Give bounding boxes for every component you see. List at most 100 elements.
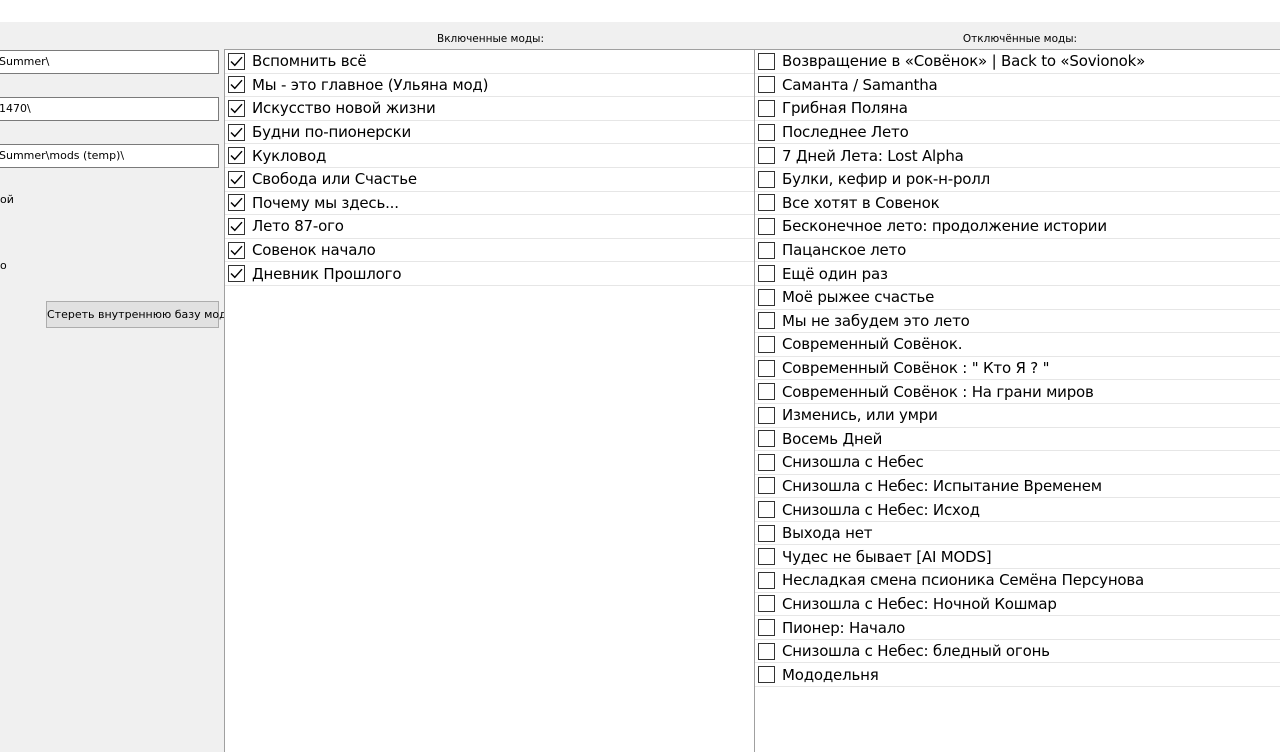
mod-name: Снизошла с Небес: Исход xyxy=(782,500,980,519)
disabled-mod-item[interactable]: Ещё один раз xyxy=(755,262,1280,286)
mod-checkbox-unchecked[interactable] xyxy=(758,123,775,141)
mod-checkbox-unchecked[interactable] xyxy=(758,194,775,212)
mod-checkbox-unchecked[interactable] xyxy=(758,99,775,117)
mod-name: Ещё один раз xyxy=(782,264,888,283)
mod-checkbox-checked[interactable] xyxy=(228,241,245,259)
disabled-mod-item[interactable]: Современный Совёнок : На грани миров xyxy=(755,380,1280,404)
mod-checkbox-unchecked[interactable] xyxy=(758,288,775,306)
mod-checkbox-unchecked[interactable] xyxy=(758,265,775,283)
disabled-mod-item[interactable]: Пионер: Начало xyxy=(755,616,1280,640)
mod-checkbox-checked[interactable] xyxy=(228,170,245,188)
mod-checkbox-unchecked[interactable] xyxy=(758,359,775,377)
mod-checkbox-checked[interactable] xyxy=(228,99,245,117)
mod-checkbox-unchecked[interactable] xyxy=(758,335,775,353)
mod-checkbox-checked[interactable] xyxy=(228,123,245,141)
mod-checkbox-unchecked[interactable] xyxy=(758,170,775,188)
disabled-mod-item[interactable]: Несладкая смена псионика Семёна Персунов… xyxy=(755,569,1280,593)
checkmark-icon xyxy=(230,221,243,232)
mod-name: Бесконечное лето: продолжение истории xyxy=(782,217,1107,236)
temp-mods-path-field[interactable]: Summer\mods (temp)\ xyxy=(0,144,219,168)
mod-name: 7 Дней Лета: Lost Alpha xyxy=(782,146,964,165)
disabled-mod-item[interactable]: Мы не забудем это лето xyxy=(755,310,1280,334)
mod-name: Несладкая смена псионика Семёна Персунов… xyxy=(782,571,1145,590)
mod-checkbox-unchecked[interactable] xyxy=(758,666,775,684)
enabled-mod-item[interactable]: Кукловод xyxy=(225,144,755,168)
mod-checkbox-checked[interactable] xyxy=(228,265,245,283)
wipe-mod-database-button[interactable]: Стереть внутреннюю базу модов xyxy=(46,301,240,328)
mod-checkbox-checked[interactable] xyxy=(228,76,245,94)
mod-checkbox-unchecked[interactable] xyxy=(758,524,775,542)
mod-checkbox-unchecked[interactable] xyxy=(758,383,775,401)
disabled-mod-item[interactable]: Моё рыжее счастье xyxy=(755,286,1280,310)
disabled-mod-item[interactable]: Возвращение в «Совёнок» | Back to «Sovio… xyxy=(755,50,1280,74)
mod-checkbox-unchecked[interactable] xyxy=(758,501,775,519)
enabled-mods-header: Включенные моды: xyxy=(436,33,544,45)
enabled-mod-item[interactable]: Искусство новой жизни xyxy=(225,97,755,121)
mod-checkbox-unchecked[interactable] xyxy=(758,571,775,589)
mod-name: Выхода нет xyxy=(782,524,873,543)
mod-checkbox-unchecked[interactable] xyxy=(758,76,775,94)
disabled-mod-item[interactable]: Мододельня xyxy=(755,663,1280,688)
mod-name: Пацанское лето xyxy=(782,241,907,260)
mod-checkbox-unchecked[interactable] xyxy=(758,430,775,448)
disabled-mod-item[interactable]: Изменись, или умри xyxy=(755,404,1280,428)
mod-checkbox-unchecked[interactable] xyxy=(758,548,775,566)
enabled-mod-item[interactable]: Будни по-пионерски xyxy=(225,121,755,145)
mod-checkbox-unchecked[interactable] xyxy=(758,477,775,495)
mod-checkbox-unchecked[interactable] xyxy=(758,642,775,660)
mod-name: Последнее Лето xyxy=(782,123,909,142)
mod-checkbox-unchecked[interactable] xyxy=(758,406,775,424)
mod-checkbox-checked[interactable] xyxy=(228,52,245,70)
disabled-mod-item[interactable]: Снизошла с Небес: бледный огонь xyxy=(755,640,1280,664)
disabled-mod-item[interactable]: Современный Совёнок. xyxy=(755,333,1280,357)
disabled-mod-item[interactable]: Снизошла с Небес: Ночной Кошмар xyxy=(755,593,1280,617)
disabled-mod-item[interactable]: Чудес не бывает [AI MODS] xyxy=(755,545,1280,570)
disabled-mod-item[interactable]: 7 Дней Лета: Lost Alpha xyxy=(755,144,1280,168)
disabled-mod-item[interactable]: Снизошла с Небес xyxy=(755,451,1280,475)
checkmark-icon xyxy=(230,127,243,138)
mod-name: Восемь Дней xyxy=(782,429,883,448)
mod-checkbox-checked[interactable] xyxy=(228,217,245,235)
mod-checkbox-unchecked[interactable] xyxy=(758,241,775,259)
disabled-mod-item[interactable]: Булки, кефир и рок-н-ролл xyxy=(755,168,1280,192)
enabled-mod-item[interactable]: Лето 87-ого xyxy=(225,215,755,239)
mod-checkbox-checked[interactable] xyxy=(228,194,245,212)
enabled-mod-item[interactable]: Вспомнить всё xyxy=(225,50,755,74)
mod-checkbox-unchecked[interactable] xyxy=(758,312,775,330)
disabled-mod-item[interactable]: Грибная Поляна xyxy=(755,97,1280,121)
mod-name: Снизошла с Небес xyxy=(782,453,924,472)
mod-name: Лето 87-ого xyxy=(252,217,344,236)
enabled-mod-item[interactable]: Почему мы здесь... xyxy=(225,192,755,216)
disabled-mod-item[interactable]: Восемь Дней xyxy=(755,428,1280,452)
enabled-mods-list: Вспомнить всё Мы - это главное (Ульяна мо… xyxy=(224,49,755,752)
mod-checkbox-unchecked[interactable] xyxy=(758,52,775,70)
disabled-mod-item[interactable]: Современный Совёнок : " Кто Я ? " xyxy=(755,357,1280,381)
disabled-mod-item[interactable]: Пацанское лето xyxy=(755,239,1280,263)
mod-name: Совенок начало xyxy=(252,241,376,260)
disabled-mod-item[interactable]: Снизошла с Небес: Испытание Временем xyxy=(755,475,1280,499)
mod-checkbox-unchecked[interactable] xyxy=(758,453,775,471)
disabled-mod-item[interactable]: Снизошла с Небес: Исход xyxy=(755,498,1280,522)
disabled-mod-item[interactable]: Все хотят в Совенок xyxy=(755,192,1280,216)
mod-checkbox-unchecked[interactable] xyxy=(758,147,775,165)
mod-name: Искусство новой жизни xyxy=(252,99,436,118)
game-path-field[interactable]: Summer\ xyxy=(0,50,219,74)
mod-name: Снизошла с Небес: Ночной Кошмар xyxy=(782,594,1057,613)
workshop-path-field[interactable]: 1470\ xyxy=(0,97,219,121)
mod-name: Все хотят в Совенок xyxy=(782,193,940,212)
disabled-mod-item[interactable]: Последнее Лето xyxy=(755,121,1280,145)
enabled-mod-item[interactable]: Совенок начало xyxy=(225,239,755,263)
disabled-mod-item[interactable]: Саманта / Samantha xyxy=(755,74,1280,98)
mod-checkbox-checked[interactable] xyxy=(228,147,245,165)
enabled-mod-item[interactable]: Дневник Прошлого xyxy=(225,262,755,286)
disabled-mod-item[interactable]: Выхода нет xyxy=(755,522,1280,546)
enabled-mod-item[interactable]: Свобода или Счастье xyxy=(225,168,755,192)
enabled-mod-item[interactable]: Мы - это главное (Ульяна мод) xyxy=(225,74,755,98)
disabled-mod-item[interactable]: Бесконечное лето: продолжение истории xyxy=(755,215,1280,239)
mod-checkbox-unchecked[interactable] xyxy=(758,595,775,613)
disabled-mods-list: Возвращение в «Совёнок» | Back to «Sovio… xyxy=(754,49,1280,752)
disabled-mods-header: Отключённые моды: xyxy=(962,33,1078,45)
checkmark-icon xyxy=(230,197,243,208)
mod-checkbox-unchecked[interactable] xyxy=(758,217,775,235)
mod-checkbox-unchecked[interactable] xyxy=(758,619,775,637)
